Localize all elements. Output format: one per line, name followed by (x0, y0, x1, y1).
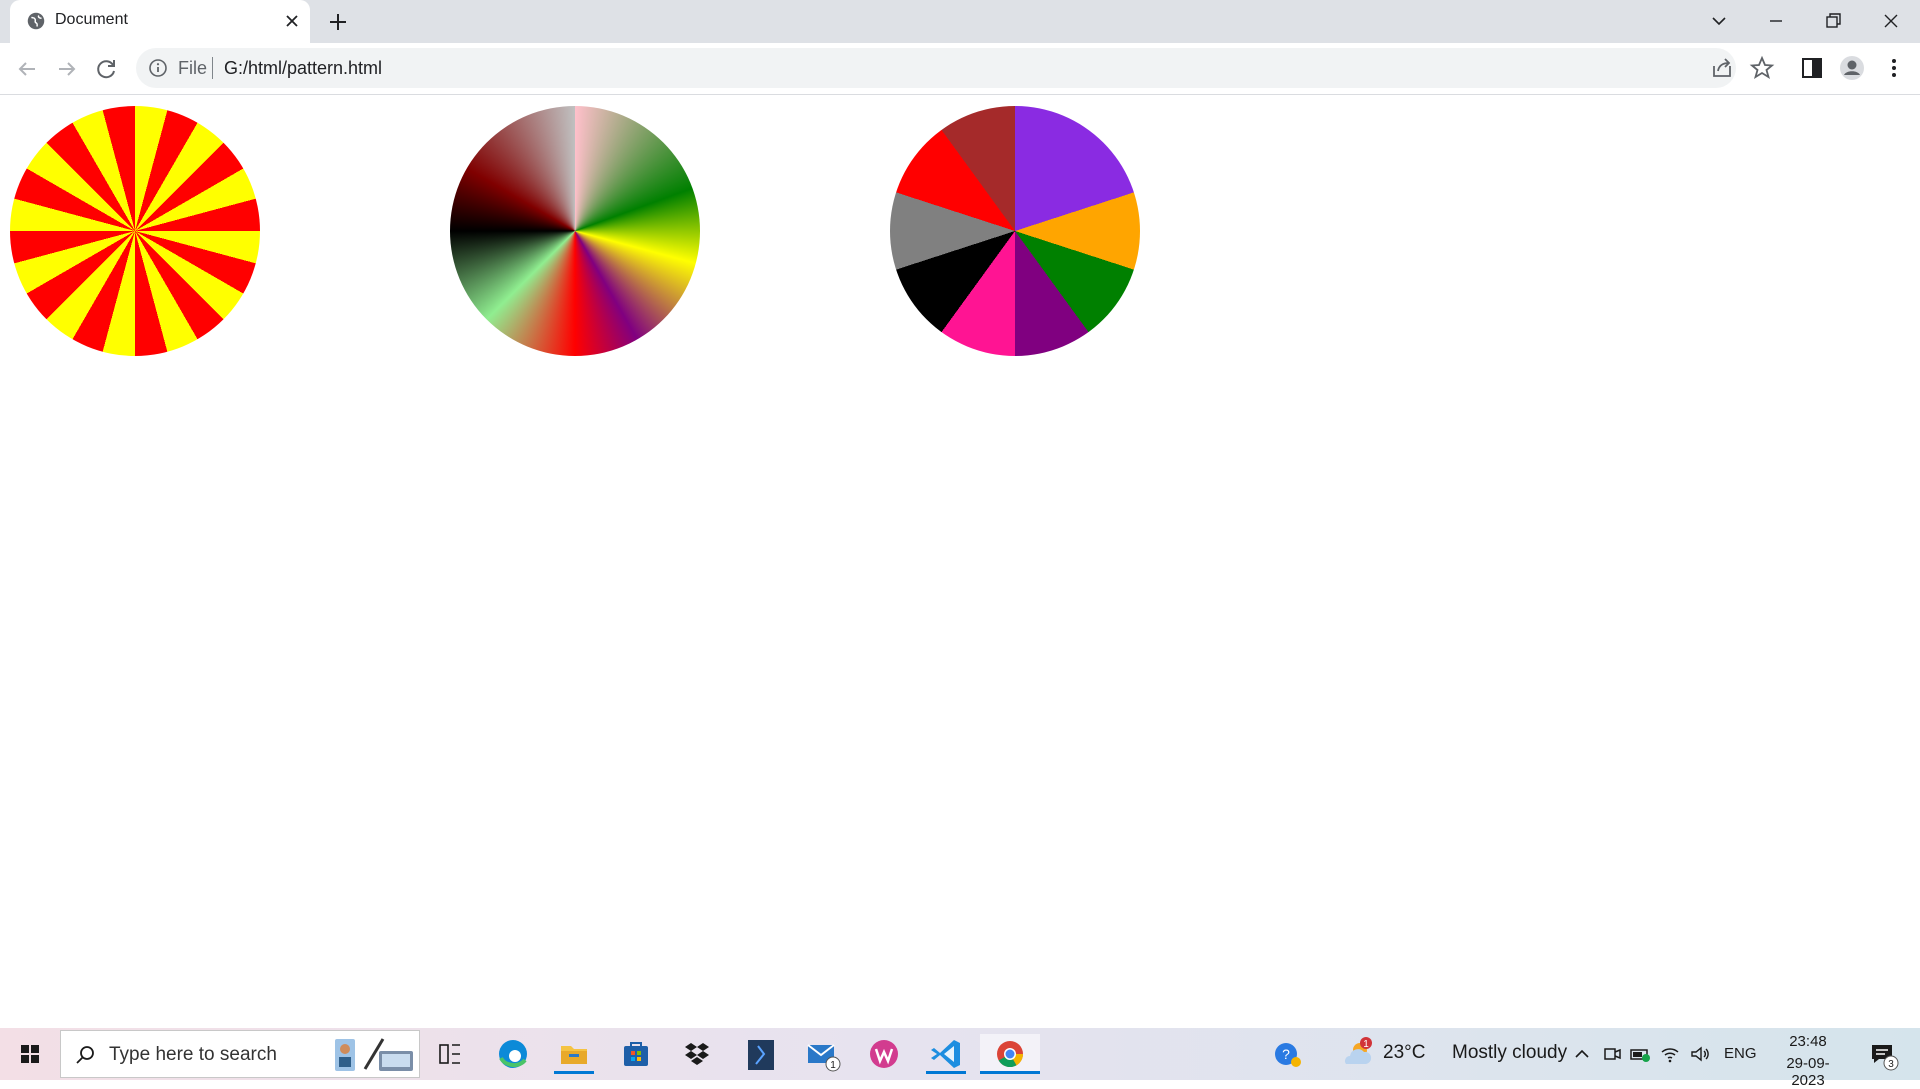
taskbar-search-box[interactable]: Type here to search (60, 1030, 420, 1078)
bookmark-star-icon[interactable] (1748, 54, 1776, 82)
language-indicator[interactable]: ENG (1724, 1045, 1757, 1062)
browser-tab[interactable]: Document (10, 0, 310, 43)
search-highlight-illustration-icon (335, 1038, 413, 1071)
tab-title: Document (55, 11, 128, 28)
task-view-icon[interactable] (430, 1034, 470, 1074)
chevron-up-icon[interactable] (1570, 1042, 1594, 1066)
dropbox-icon[interactable] (677, 1034, 717, 1074)
notification-count: 3 (1888, 1059, 1894, 1070)
chrome-app[interactable] (980, 1034, 1040, 1074)
tab-strip: Document (0, 0, 1920, 43)
globe-icon (27, 12, 45, 30)
svg-text:?: ? (1282, 1046, 1290, 1062)
scheme-label: File (178, 58, 208, 78)
divider (212, 57, 213, 79)
browser-toolbar: File G:/html/pattern.html (0, 43, 1920, 95)
mail-app[interactable]: 1 (802, 1034, 842, 1074)
cloud-sun-icon: 1 (1345, 1037, 1372, 1064)
clock[interactable]: 23:48 29-09-2023 (1770, 1033, 1846, 1089)
windows-taskbar: Type here to search 1 ? 1 23°C Mostly cl… (0, 1028, 1920, 1089)
active-indicator (980, 1071, 1040, 1074)
tab-search-chevron-icon[interactable] (1704, 6, 1734, 36)
weather-widget-icon[interactable]: 1 (1338, 1034, 1378, 1074)
microsoft-store-icon[interactable] (616, 1034, 656, 1074)
help-icon[interactable]: ? (1268, 1034, 1308, 1074)
search-placeholder: Type here to search (109, 1044, 277, 1065)
minimize-icon[interactable] (1761, 6, 1791, 36)
search-icon (76, 1046, 94, 1064)
notification-icon: 3 (1872, 1045, 1899, 1071)
new-tab-icon[interactable] (324, 8, 352, 36)
weather-condition[interactable]: Mostly cloudy (1452, 1042, 1567, 1064)
forward-icon[interactable] (52, 54, 82, 84)
notification-center[interactable]: 3 (1862, 1034, 1902, 1074)
gradient-pie (450, 106, 700, 356)
more-menu-icon[interactable] (1880, 54, 1908, 82)
chrome-icon (997, 1041, 1024, 1068)
wifi-icon[interactable] (1658, 1042, 1682, 1066)
active-indicator (926, 1071, 966, 1074)
multicolor-segment-pie (890, 106, 1140, 356)
share-icon[interactable] (1708, 54, 1736, 82)
vscode-app[interactable] (926, 1034, 966, 1074)
weather-badge: 1 (1363, 1039, 1369, 1050)
back-icon[interactable] (12, 54, 42, 84)
url-text[interactable]: G:/html/pattern.html (224, 58, 382, 79)
weather-temperature[interactable]: 23°C (1383, 1042, 1425, 1064)
reload-icon[interactable] (92, 54, 122, 84)
terminal-app-icon[interactable] (740, 1034, 780, 1074)
info-icon[interactable] (148, 58, 168, 78)
meet-now-icon[interactable] (1600, 1042, 1624, 1066)
wps-office-icon[interactable] (864, 1034, 904, 1074)
active-indicator (554, 1071, 594, 1074)
profile-avatar-icon[interactable] (1838, 54, 1866, 82)
edge-browser-icon[interactable] (493, 1034, 533, 1074)
battery-icon[interactable] (1628, 1042, 1652, 1066)
address-bar[interactable]: File G:/html/pattern.html (136, 48, 1736, 88)
windows-start-icon[interactable] (10, 1034, 50, 1074)
folder-icon (561, 1046, 587, 1064)
clock-time: 23:48 (1789, 1033, 1827, 1050)
restore-icon[interactable] (1818, 6, 1848, 36)
side-panel-icon[interactable] (1798, 54, 1826, 82)
close-window-icon[interactable] (1876, 6, 1906, 36)
vscode-icon (931, 1040, 960, 1068)
file-explorer-app[interactable] (554, 1034, 594, 1074)
clock-date: 29-09-2023 (1786, 1055, 1830, 1089)
volume-icon[interactable] (1688, 1042, 1712, 1066)
close-tab-icon[interactable] (282, 11, 302, 31)
mail-badge: 1 (830, 1060, 836, 1071)
mail-icon: 1 (807, 1044, 841, 1072)
yellow-red-striped-pie (10, 106, 260, 356)
